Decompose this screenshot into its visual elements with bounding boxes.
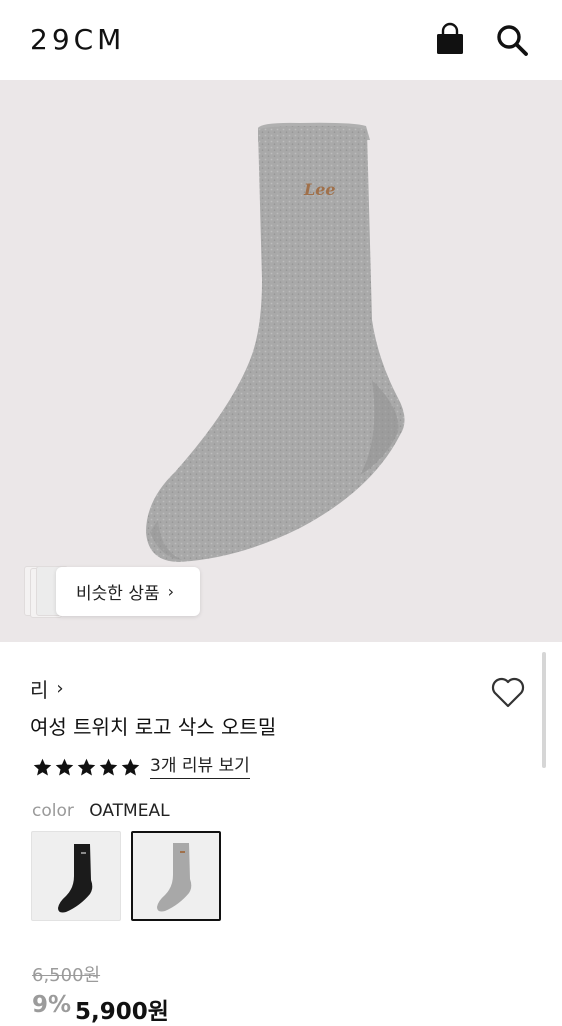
brand-name: 리 <box>30 678 49 702</box>
shopping-bag-icon[interactable] <box>432 22 468 58</box>
original-price: 6,500원 <box>32 965 101 986</box>
star-icon <box>33 758 52 776</box>
brand-logo[interactable]: 29CM <box>30 22 125 58</box>
gray-sock-thumbnail <box>157 843 192 912</box>
product-image[interactable]: Lee <box>0 80 562 642</box>
color-selector-label: color OATMEAL <box>32 801 170 821</box>
chevron-right-icon: › <box>167 582 175 601</box>
similar-products-button[interactable]: 비슷한 상품 › <box>56 567 200 616</box>
top-header: 29CM <box>0 0 562 80</box>
color-label: color <box>32 801 74 821</box>
chevron-right-icon: › <box>56 678 64 699</box>
star-rating <box>32 757 141 778</box>
discount-rate: 9% <box>32 992 72 1018</box>
color-swatch-black[interactable] <box>31 831 121 921</box>
color-swatch-oatmeal[interactable] <box>131 831 221 921</box>
star-icon <box>121 758 140 776</box>
product-title: 여성 트위치 로고 삭스 오트밀 <box>30 715 277 739</box>
star-icon <box>99 758 118 776</box>
sock-logo-text: Lee <box>303 180 336 199</box>
review-link[interactable]: 3개 리뷰 보기 <box>150 756 250 779</box>
brand-link[interactable]: 리 › <box>30 674 64 703</box>
color-value: OATMEAL <box>89 801 170 821</box>
scrollbar[interactable] <box>542 652 546 768</box>
sale-price: 5,900원 <box>75 999 169 1025</box>
search-icon[interactable] <box>494 22 530 58</box>
star-icon <box>55 758 74 776</box>
sock-illustration: Lee <box>146 122 405 563</box>
similar-products-label: 비슷한 상품 <box>76 584 160 604</box>
rating-row: 3개 리뷰 보기 <box>32 756 250 779</box>
black-sock-thumbnail <box>58 844 93 913</box>
heart-icon[interactable] <box>488 672 528 712</box>
star-icon <box>77 758 96 776</box>
